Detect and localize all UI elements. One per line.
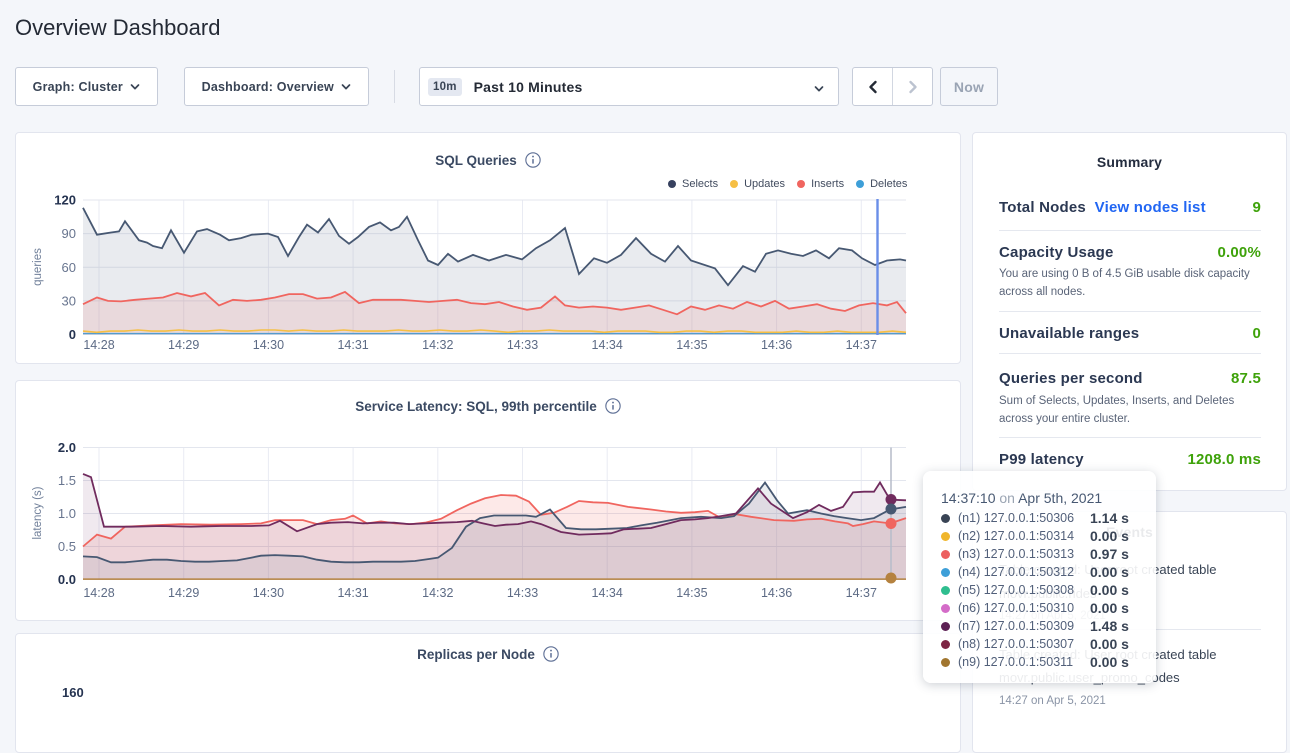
- svg-text:14:32: 14:32: [422, 338, 453, 352]
- svg-text:14:33: 14:33: [507, 338, 538, 352]
- svg-text:14:35: 14:35: [676, 338, 707, 352]
- svg-text:14:37: 14:37: [846, 586, 877, 600]
- svg-text:2.0: 2.0: [58, 440, 76, 455]
- svg-text:14:30: 14:30: [253, 338, 284, 352]
- svg-text:30: 30: [62, 293, 76, 308]
- svg-text:14:35: 14:35: [676, 586, 707, 600]
- svg-text:60: 60: [62, 260, 76, 275]
- svg-text:queries: queries: [32, 248, 44, 286]
- svg-text:14:28: 14:28: [83, 338, 114, 352]
- svg-text:14:37: 14:37: [846, 338, 877, 352]
- svg-text:14:32: 14:32: [422, 586, 453, 600]
- svg-text:14:29: 14:29: [168, 338, 199, 352]
- svg-text:14:30: 14:30: [253, 586, 284, 600]
- svg-text:1.0: 1.0: [58, 506, 76, 521]
- svg-text:0.5: 0.5: [58, 539, 76, 554]
- svg-text:14:31: 14:31: [337, 586, 368, 600]
- svg-text:14:31: 14:31: [337, 338, 368, 352]
- svg-text:14:36: 14:36: [761, 338, 792, 352]
- svg-text:14:29: 14:29: [168, 586, 199, 600]
- svg-text:0: 0: [69, 327, 76, 342]
- svg-text:latency (s): latency (s): [32, 486, 44, 539]
- svg-text:0.0: 0.0: [58, 572, 76, 587]
- svg-text:14:33: 14:33: [507, 586, 538, 600]
- svg-text:14:34: 14:34: [592, 586, 623, 600]
- svg-text:90: 90: [62, 226, 76, 241]
- svg-text:120: 120: [54, 193, 76, 208]
- svg-text:14:28: 14:28: [83, 586, 114, 600]
- svg-text:14:34: 14:34: [592, 338, 623, 352]
- svg-text:1.5: 1.5: [58, 473, 76, 488]
- svg-text:14:36: 14:36: [761, 586, 792, 600]
